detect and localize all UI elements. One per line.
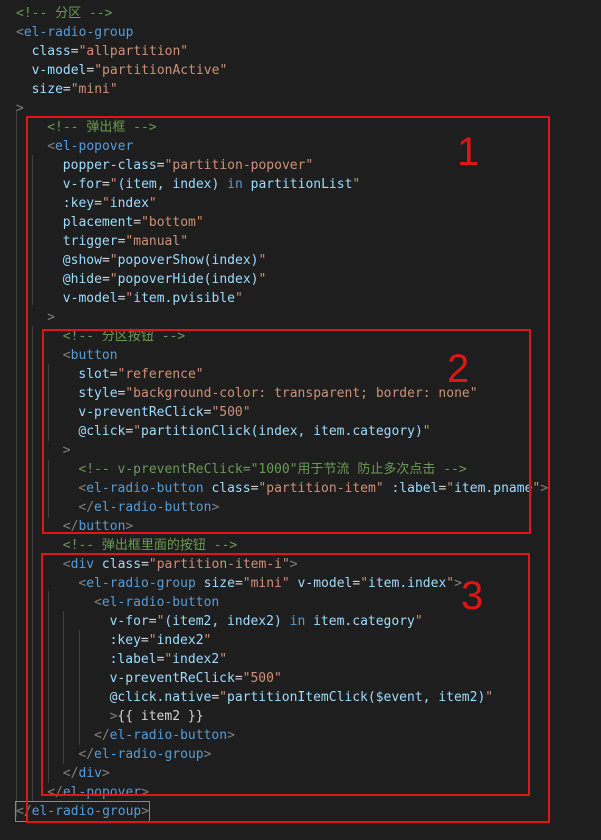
annotation-number-3: 3: [461, 574, 484, 618]
code-token: <: [16, 25, 24, 40]
code-token: "allpartition": [78, 44, 189, 59]
code-token: =: [62, 82, 71, 97]
annotation-number-2: 2: [447, 347, 470, 391]
code-token: "mini": [70, 82, 118, 97]
code-line: v-model="partitionActive": [32, 61, 228, 80]
code-token: size: [31, 82, 63, 97]
annotation-number-1: 1: [457, 130, 480, 174]
code-token: "partitionActive": [94, 63, 228, 78]
code-line: class="allpartition": [32, 42, 189, 61]
annotation-box-3: [41, 553, 530, 796]
code-token: >: [16, 101, 24, 116]
code-token: <!-- 分区 -->: [16, 6, 113, 21]
code-editor[interactable]: <!-- 分区 --> <el-radio-group class="allpart…: [0, 0, 601, 840]
code-token: el-radio-group: [23, 25, 134, 40]
code-token: =: [70, 44, 79, 59]
code-line: <!-- 分区 -->: [16, 4, 112, 23]
code-line: size="mini": [32, 80, 118, 99]
code-line: <el-radio-group: [16, 23, 133, 42]
indent-guide: [16, 110, 17, 817]
code-line: >: [16, 99, 24, 118]
code-token: v-model: [31, 63, 87, 78]
code-token: class: [31, 44, 71, 59]
